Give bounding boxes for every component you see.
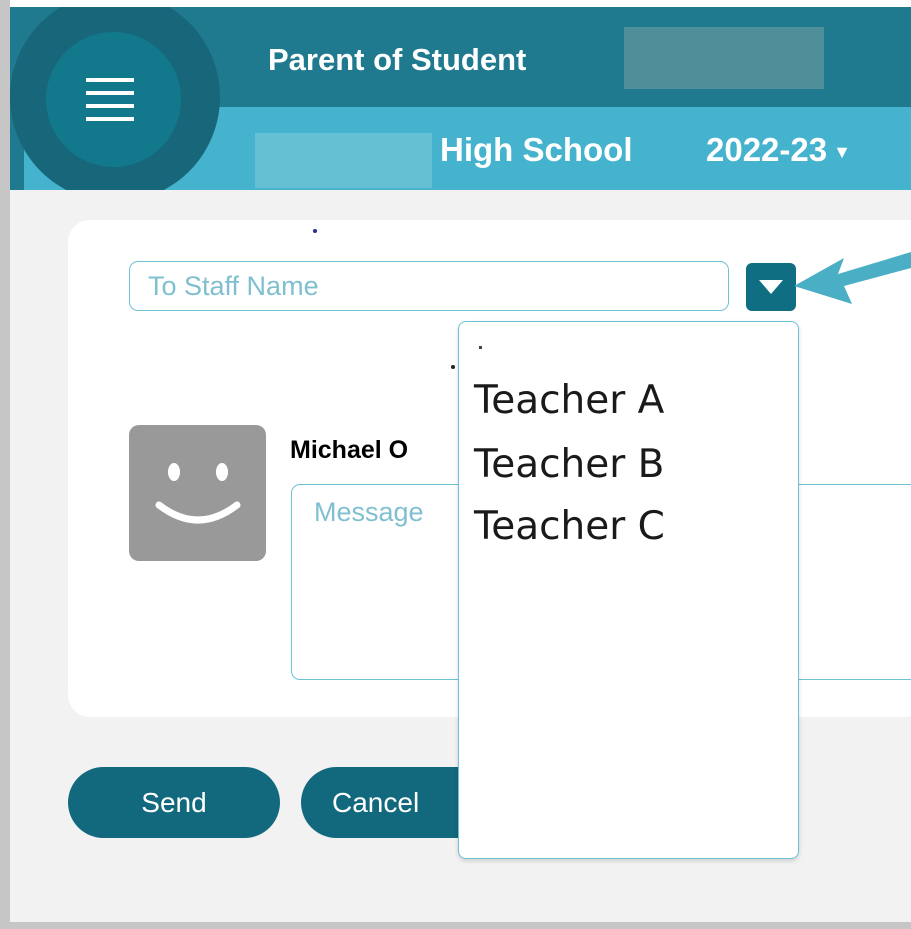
- pointer-arrow-icon: [794, 252, 911, 304]
- redacted-student-name: [624, 27, 824, 89]
- redacted-school-name: [255, 133, 432, 188]
- menu-button[interactable]: [46, 32, 181, 167]
- decorative-mark: [479, 346, 482, 349]
- window-bottom-border: [0, 922, 911, 929]
- decorative-dot: [313, 229, 317, 233]
- menu-bar: [86, 78, 134, 82]
- dropdown-item-teacher-c[interactable]: Teacher C: [474, 504, 665, 549]
- recipient-name-left: Michael O: [290, 436, 409, 464]
- menu-bar: [86, 91, 134, 95]
- message-staff-page: Parent of Student High School 2022-23▼ M…: [0, 0, 911, 929]
- menu-bar: [86, 117, 134, 121]
- top-strip: [10, 0, 911, 7]
- to-staff-input[interactable]: [129, 261, 729, 311]
- menu-bar: [86, 104, 134, 108]
- school-year-value: 2022-23: [706, 131, 828, 168]
- smiley-face-icon: [155, 463, 241, 524]
- dropdown-item-teacher-a[interactable]: Teacher A: [474, 378, 664, 423]
- staff-dropdown-toggle[interactable]: [746, 263, 796, 311]
- caret-down-icon: ▼: [833, 141, 851, 162]
- school-name: High School: [440, 131, 633, 168]
- decorative-dot: [451, 365, 455, 369]
- window-left-border: [0, 0, 10, 929]
- staff-dropdown-list: Teacher A Teacher B Teacher C: [458, 321, 799, 859]
- dropdown-item-teacher-b[interactable]: Teacher B: [474, 442, 664, 487]
- triangle-down-icon: [759, 280, 783, 294]
- avatar: [129, 425, 266, 561]
- header-title: Parent of Student: [268, 42, 527, 77]
- school-year-select[interactable]: 2022-23 ▼: [706, 131, 851, 169]
- send-button[interactable]: Send: [68, 767, 280, 838]
